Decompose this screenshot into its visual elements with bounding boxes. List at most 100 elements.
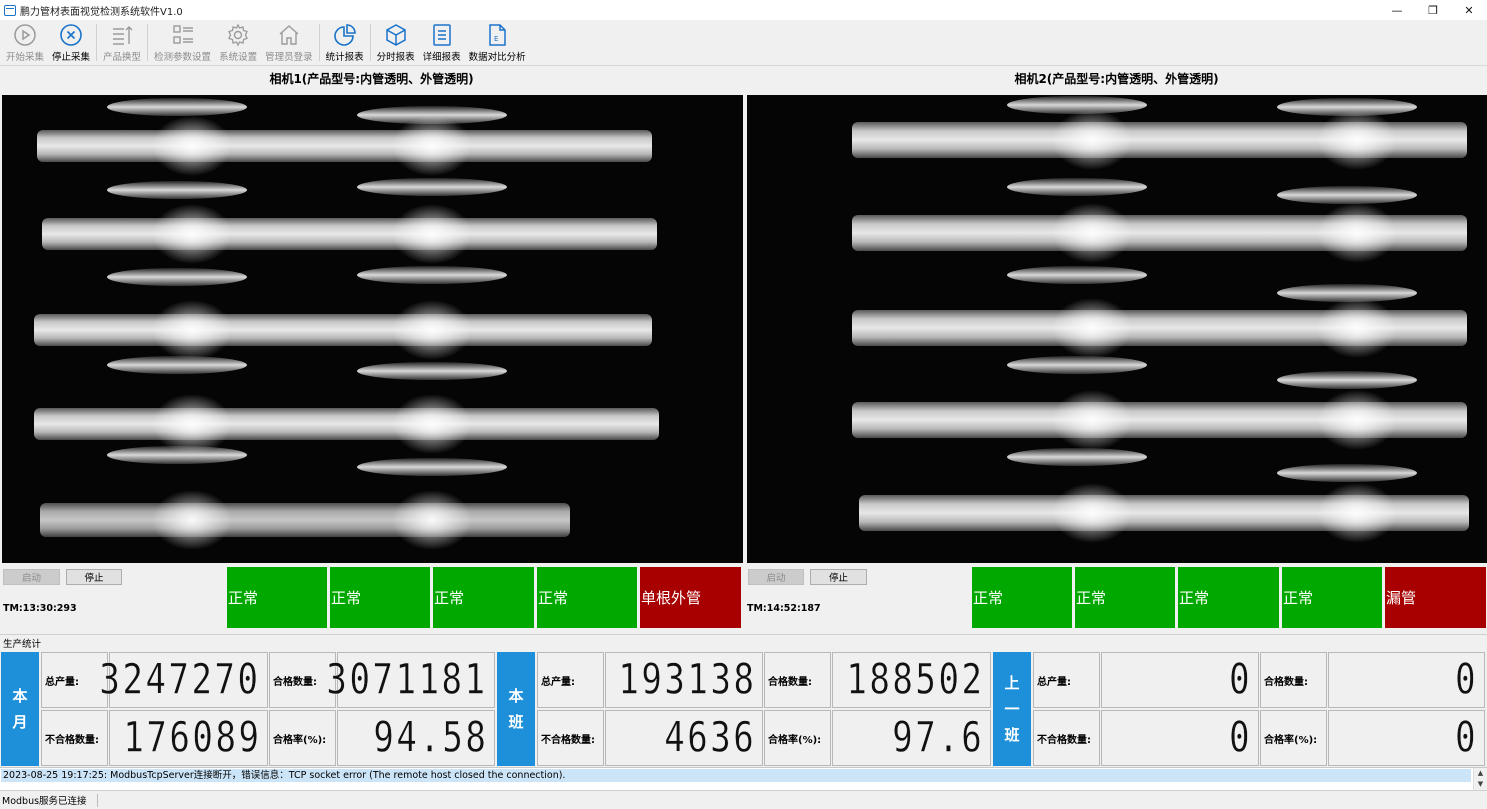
period-char: 本: [508, 687, 524, 705]
stats-report-button[interactable]: 统计报表: [322, 20, 368, 65]
product-change-label: 产品换型: [103, 52, 142, 63]
camera-2-result-5: 漏管: [1385, 567, 1486, 628]
toolbar-separator: [96, 24, 98, 61]
grid-list-icon: [172, 25, 193, 44]
last-shift-pass-label: 合格数量:: [1260, 652, 1327, 708]
detection-params-button[interactable]: 检测参数设置: [150, 20, 215, 65]
period-char: 月: [12, 713, 28, 731]
document-list-icon: [432, 24, 451, 46]
last-shift-total-label: 总产量:: [1033, 652, 1100, 708]
camera-2-title: 相机2(产品型号:内管透明、外管透明): [1014, 72, 1219, 86]
camera-2-result-4: 正常: [1282, 567, 1382, 628]
camera-1-result-2: 正常: [330, 567, 430, 628]
log-scrollbar[interactable]: ▲ ▼: [1473, 768, 1487, 791]
camera-2-result-1: 正常: [972, 567, 1072, 628]
svg-text:E: E: [494, 35, 498, 43]
period-char: 班: [1004, 726, 1020, 744]
last-shift-pass-value: 0: [1328, 652, 1485, 708]
month-total-digits: 3247270: [99, 655, 261, 705]
month-rate-digits: 94.58: [372, 713, 488, 763]
period-char: 上: [1004, 674, 1020, 692]
camera-2-result-2: 正常: [1075, 567, 1175, 628]
restore-button[interactable]: ❐: [1415, 0, 1451, 20]
shift-total-value: 193138: [605, 652, 763, 708]
pie-chart-icon: [333, 24, 356, 46]
shift-rate-value: 97.6: [832, 710, 991, 766]
camera-1-image: [2, 95, 743, 563]
app-window-icon: [4, 4, 16, 16]
month-total-label: 总产量:: [41, 652, 108, 708]
period-char: 一: [1004, 700, 1020, 718]
window-controls: — ❐ ✕: [1379, 0, 1487, 20]
last-shift-total-value: 0: [1101, 652, 1259, 708]
close-button[interactable]: ✕: [1451, 0, 1487, 20]
last-shift-rate-digits: 0: [1454, 713, 1478, 763]
last-shift-rate-value: 0: [1328, 710, 1485, 766]
title-bar: 鹏力管材表面视觉检测系统软件V1.0 — ❐ ✕: [0, 0, 1487, 20]
main-toolbar: 开始采集 停止采集 产品换型 检测参数设置 系统设置 管理员登录 统计报表 分时…: [0, 20, 1487, 66]
camera-2-start-button[interactable]: 启动: [748, 569, 804, 585]
camera-1-result-5: 单根外管: [640, 567, 741, 628]
month-fail-value: 176089: [109, 710, 268, 766]
month-fail-label: 不合格数量:: [41, 710, 108, 766]
camera-1-result-1: 正常: [227, 567, 327, 628]
admin-login-button[interactable]: 管理员登录: [261, 20, 317, 65]
minimize-button[interactable]: —: [1379, 0, 1415, 20]
detection-params-label: 检测参数设置: [154, 52, 212, 63]
modbus-status: Modbus服务已连接: [2, 796, 87, 807]
last-shift-fail-label: 不合格数量:: [1033, 710, 1100, 766]
camera-1-start-button[interactable]: 启动: [3, 569, 60, 585]
shift-pass-digits: 188502: [845, 655, 984, 705]
camera-2-stop-button[interactable]: 停止: [810, 569, 867, 585]
stop-circle-icon: [60, 24, 82, 46]
period-this-shift: 本 班: [497, 652, 535, 766]
list-sort-icon: [113, 26, 133, 45]
data-compare-label: 数据对比分析: [468, 52, 526, 63]
log-entry[interactable]: 2023-08-25 19:17:25: ModbusTcpServer连接断开…: [1, 769, 1471, 782]
month-rate-label: 合格率(%):: [269, 710, 336, 766]
month-total-value: 3247270: [100, 652, 268, 708]
detail-report-button[interactable]: 详细报表: [419, 20, 465, 65]
period-this-month: 本 月: [1, 652, 39, 766]
toolbar-separator: [318, 24, 320, 61]
scroll-up-icon[interactable]: ▲: [1474, 768, 1487, 779]
stop-capture-label: 停止采集: [52, 52, 91, 63]
period-char: 本: [12, 687, 28, 705]
excel-file-icon: E: [489, 24, 506, 46]
start-capture-button[interactable]: 开始采集: [2, 20, 48, 65]
status-bar: Modbus服务已连接: [0, 790, 1487, 809]
cube-icon: [385, 24, 406, 46]
gear-icon: [228, 23, 248, 47]
last-shift-fail-digits: 0: [1228, 713, 1252, 763]
camera-1-stop-button[interactable]: 停止: [66, 569, 122, 585]
stats-report-label: 统计报表: [325, 52, 364, 63]
shift-fail-label: 不合格数量:: [537, 710, 604, 766]
camera-1-result-3: 正常: [433, 567, 534, 628]
log-panel[interactable]: 2023-08-25 19:17:25: ModbusTcpServer连接断开…: [0, 767, 1487, 791]
product-change-button[interactable]: 产品换型: [99, 20, 145, 65]
play-circle-icon: [14, 24, 36, 46]
window-title: 鹏力管材表面视觉检测系统软件V1.0: [20, 6, 183, 18]
data-compare-button[interactable]: E 数据对比分析: [465, 20, 530, 65]
hourly-report-button[interactable]: 分时报表: [373, 20, 419, 65]
shift-rate-digits: 97.6: [891, 713, 984, 763]
shift-pass-value: 188502: [832, 652, 991, 708]
system-settings-button[interactable]: 系统设置: [215, 20, 261, 65]
last-shift-rate-label: 合格率(%):: [1260, 710, 1327, 766]
toolbar-separator: [369, 24, 371, 61]
month-pass-digits: 3071181: [326, 655, 488, 705]
shift-total-label: 总产量:: [537, 652, 604, 708]
camera-1-title: 相机1(产品型号:内管透明、外管透明): [269, 72, 474, 86]
last-shift-fail-value: 0: [1101, 710, 1259, 766]
stop-capture-button[interactable]: 停止采集: [48, 20, 94, 65]
camera-1-result-4: 正常: [537, 567, 637, 628]
shift-total-digits: 193138: [617, 655, 756, 705]
period-char: 班: [508, 713, 524, 731]
scroll-down-icon[interactable]: ▼: [1474, 779, 1487, 790]
last-shift-total-digits: 0: [1228, 655, 1252, 705]
home-icon: [279, 25, 299, 45]
start-capture-label: 开始采集: [6, 52, 45, 63]
camera-2-result-3: 正常: [1178, 567, 1279, 628]
shift-rate-label: 合格率(%):: [764, 710, 831, 766]
month-rate-value: 94.58: [337, 710, 495, 766]
